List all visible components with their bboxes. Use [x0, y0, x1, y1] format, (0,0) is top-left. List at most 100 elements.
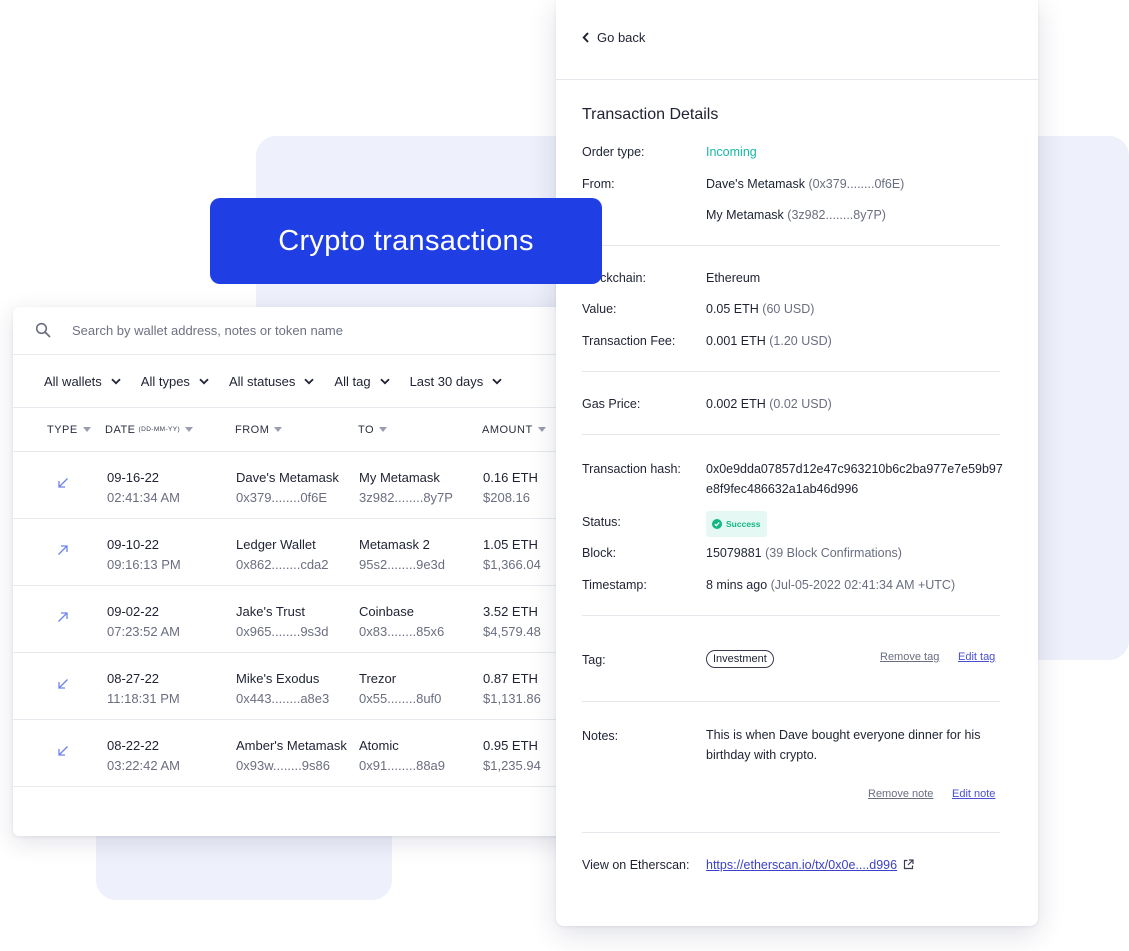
table-row[interactable]: 08-27-22 11:18:31 PM Mike's Exodus 0x443..…	[13, 653, 583, 720]
gas-price-value: 0.002 ETH (0.02 USD)	[706, 394, 832, 414]
filter-date-range-dropdown[interactable]: Last 30 days	[410, 374, 503, 389]
gas-price-label: Gas Price:	[582, 397, 641, 411]
date-text: 09-02-22	[107, 604, 160, 619]
etherscan-value: https://etherscan.io/tx/0x0e....d996	[706, 855, 914, 875]
edit-note-link[interactable]: Edit note	[952, 788, 995, 800]
order-type-label: Order type:	[582, 145, 645, 159]
column-header-from[interactable]: FROM	[235, 423, 283, 436]
amount-eth: 3.52 ETH	[483, 604, 538, 619]
date-text: 08-22-22	[107, 738, 160, 753]
go-back-label: Go back	[597, 30, 646, 45]
filter-types-dropdown[interactable]: All types	[141, 374, 209, 389]
amount-eth: 1.05 ETH	[483, 537, 538, 552]
status-badge: Success	[706, 511, 767, 537]
filter-wallets-dropdown[interactable]: All wallets	[44, 374, 121, 389]
table-header: TYPE DATE (DD-MM-YY) FROM TO AMOUNT	[13, 408, 583, 452]
filter-tag-dropdown[interactable]: All tag	[334, 373, 390, 389]
table-row[interactable]: 09-16-22 02:41:34 AM Dave's Metamask 0x379…	[13, 452, 583, 519]
from-cell: Dave's Metamask 0x379........0f6E	[236, 468, 339, 508]
go-back-button[interactable]: Go back	[582, 30, 645, 45]
chevron-down-icon	[304, 378, 315, 385]
from-address: 0x965........9s3d	[236, 624, 329, 639]
date-cell: 09-16-22 02:41:34 AM	[107, 468, 180, 508]
column-header-type[interactable]: TYPE	[47, 424, 91, 436]
gas-eth: 0.002 ETH	[706, 397, 766, 411]
notes-label: Notes:	[582, 729, 619, 743]
sort-caret-icon	[274, 427, 283, 432]
amount-cell: 0.16 ETH $208.16	[483, 468, 538, 508]
to-wallet-address: (3z982........8y7P)	[787, 208, 886, 222]
arrow-up-right-icon	[57, 611, 69, 623]
block-confirmations: (39 Block Confirmations)	[765, 546, 902, 560]
etherscan-link[interactable]: https://etherscan.io/tx/0x0e....d996	[706, 858, 897, 872]
remove-note-link[interactable]: Remove note	[868, 788, 933, 800]
amount-cell: 1.05 ETH $1,366.04	[483, 535, 541, 575]
from-wallet-address: (0x379........0f6E)	[808, 177, 905, 191]
search-input[interactable]	[72, 323, 492, 338]
from-name: Ledger Wallet	[236, 537, 316, 552]
external-link-icon[interactable]	[903, 859, 914, 870]
filter-label: All wallets	[44, 373, 102, 389]
from-cell: Jake's Trust 0x965........9s3d	[236, 602, 329, 642]
tag-value: Investment	[706, 648, 774, 668]
from-label: From:	[582, 177, 615, 191]
divider	[582, 832, 1000, 833]
to-name: Trezor	[359, 671, 397, 686]
amount-cell: 0.95 ETH $1,235.94	[483, 736, 541, 776]
to-wallet-name: My Metamask	[706, 208, 784, 222]
from-name: Amber's Metamask	[236, 738, 347, 753]
date-text: 08-27-22	[107, 671, 160, 686]
sort-caret-icon	[537, 427, 546, 432]
sort-caret-icon	[379, 427, 388, 432]
table-row[interactable]: 08-22-22 03:22:42 AM Amber's Metamask 0x93…	[13, 720, 583, 787]
transaction-hash-label: Transaction hash:	[582, 462, 681, 476]
column-header-label: TYPE	[47, 423, 78, 436]
filter-label: All tag	[334, 373, 371, 389]
from-wallet-name: Dave's Metamask	[706, 177, 805, 191]
remove-tag-link[interactable]: Remove tag	[880, 651, 939, 663]
search-icon	[35, 322, 52, 339]
divider	[582, 701, 1000, 702]
time-text: 09:16:13 PM	[107, 557, 181, 572]
date-text: 09-16-22	[107, 470, 160, 485]
amount-usd: $1,235.94	[483, 758, 541, 773]
column-header-label: FROM	[235, 423, 270, 436]
edit-tag-link[interactable]: Edit tag	[958, 651, 995, 663]
transaction-details-panel: Go back Transaction Details Order type: …	[556, 0, 1038, 926]
details-title: Transaction Details	[582, 106, 719, 123]
filter-statuses-dropdown[interactable]: All statuses	[228, 373, 315, 389]
arrow-down-left-icon	[57, 745, 69, 757]
date-text: 09-10-22	[107, 537, 160, 552]
search-bar	[13, 307, 583, 355]
column-header-label: AMOUNT	[482, 423, 533, 436]
from-cell: Mike's Exodus 0x443........a8e3	[236, 669, 329, 709]
table-row[interactable]: 09-02-22 07:23:52 AM Jake's Trust 0x965...…	[13, 586, 583, 653]
from-name: Mike's Exodus	[236, 671, 320, 686]
to-name: Metamask 2	[359, 537, 430, 552]
column-header-amount[interactable]: AMOUNT	[482, 424, 546, 436]
value-value: 0.05 ETH (60 USD)	[706, 299, 814, 319]
amount-usd: $208.16	[483, 490, 530, 505]
status-value: Success	[706, 511, 767, 537]
filter-label: Last 30 days	[409, 373, 484, 389]
table-row[interactable]: 09-10-22 09:16:13 PM Ledger Wallet 0x862..…	[13, 519, 583, 586]
filter-label: All statuses	[228, 373, 296, 389]
from-address: 0x443........a8e3	[236, 691, 330, 706]
amount-eth: 0.87 ETH	[483, 671, 538, 686]
from-address: 0x93w........9s86	[236, 758, 330, 773]
status-text: Success	[726, 519, 761, 529]
to-cell: Atomic 0x91........88a9	[359, 736, 445, 776]
sort-caret-icon	[185, 427, 194, 432]
to-cell: My Metamask 3z982........8y7P	[359, 468, 453, 508]
timestamp-label: Timestamp:	[582, 578, 647, 592]
notes-text: This is when Dave bought everyone dinner…	[706, 728, 981, 762]
chevron-down-icon	[199, 378, 209, 385]
to-name: Coinbase	[359, 604, 414, 619]
amount-usd: $1,366.04	[483, 557, 541, 572]
column-header-to[interactable]: TO	[358, 424, 388, 436]
column-header-date[interactable]: DATE (DD-MM-YY)	[105, 424, 194, 436]
to-cell: Trezor 0x55........8uf0	[359, 669, 441, 709]
chevron-left-icon	[582, 32, 590, 43]
to-cell: Metamask 2 95s2........9e3d	[359, 535, 445, 575]
from-name: Dave's Metamask	[236, 470, 339, 485]
